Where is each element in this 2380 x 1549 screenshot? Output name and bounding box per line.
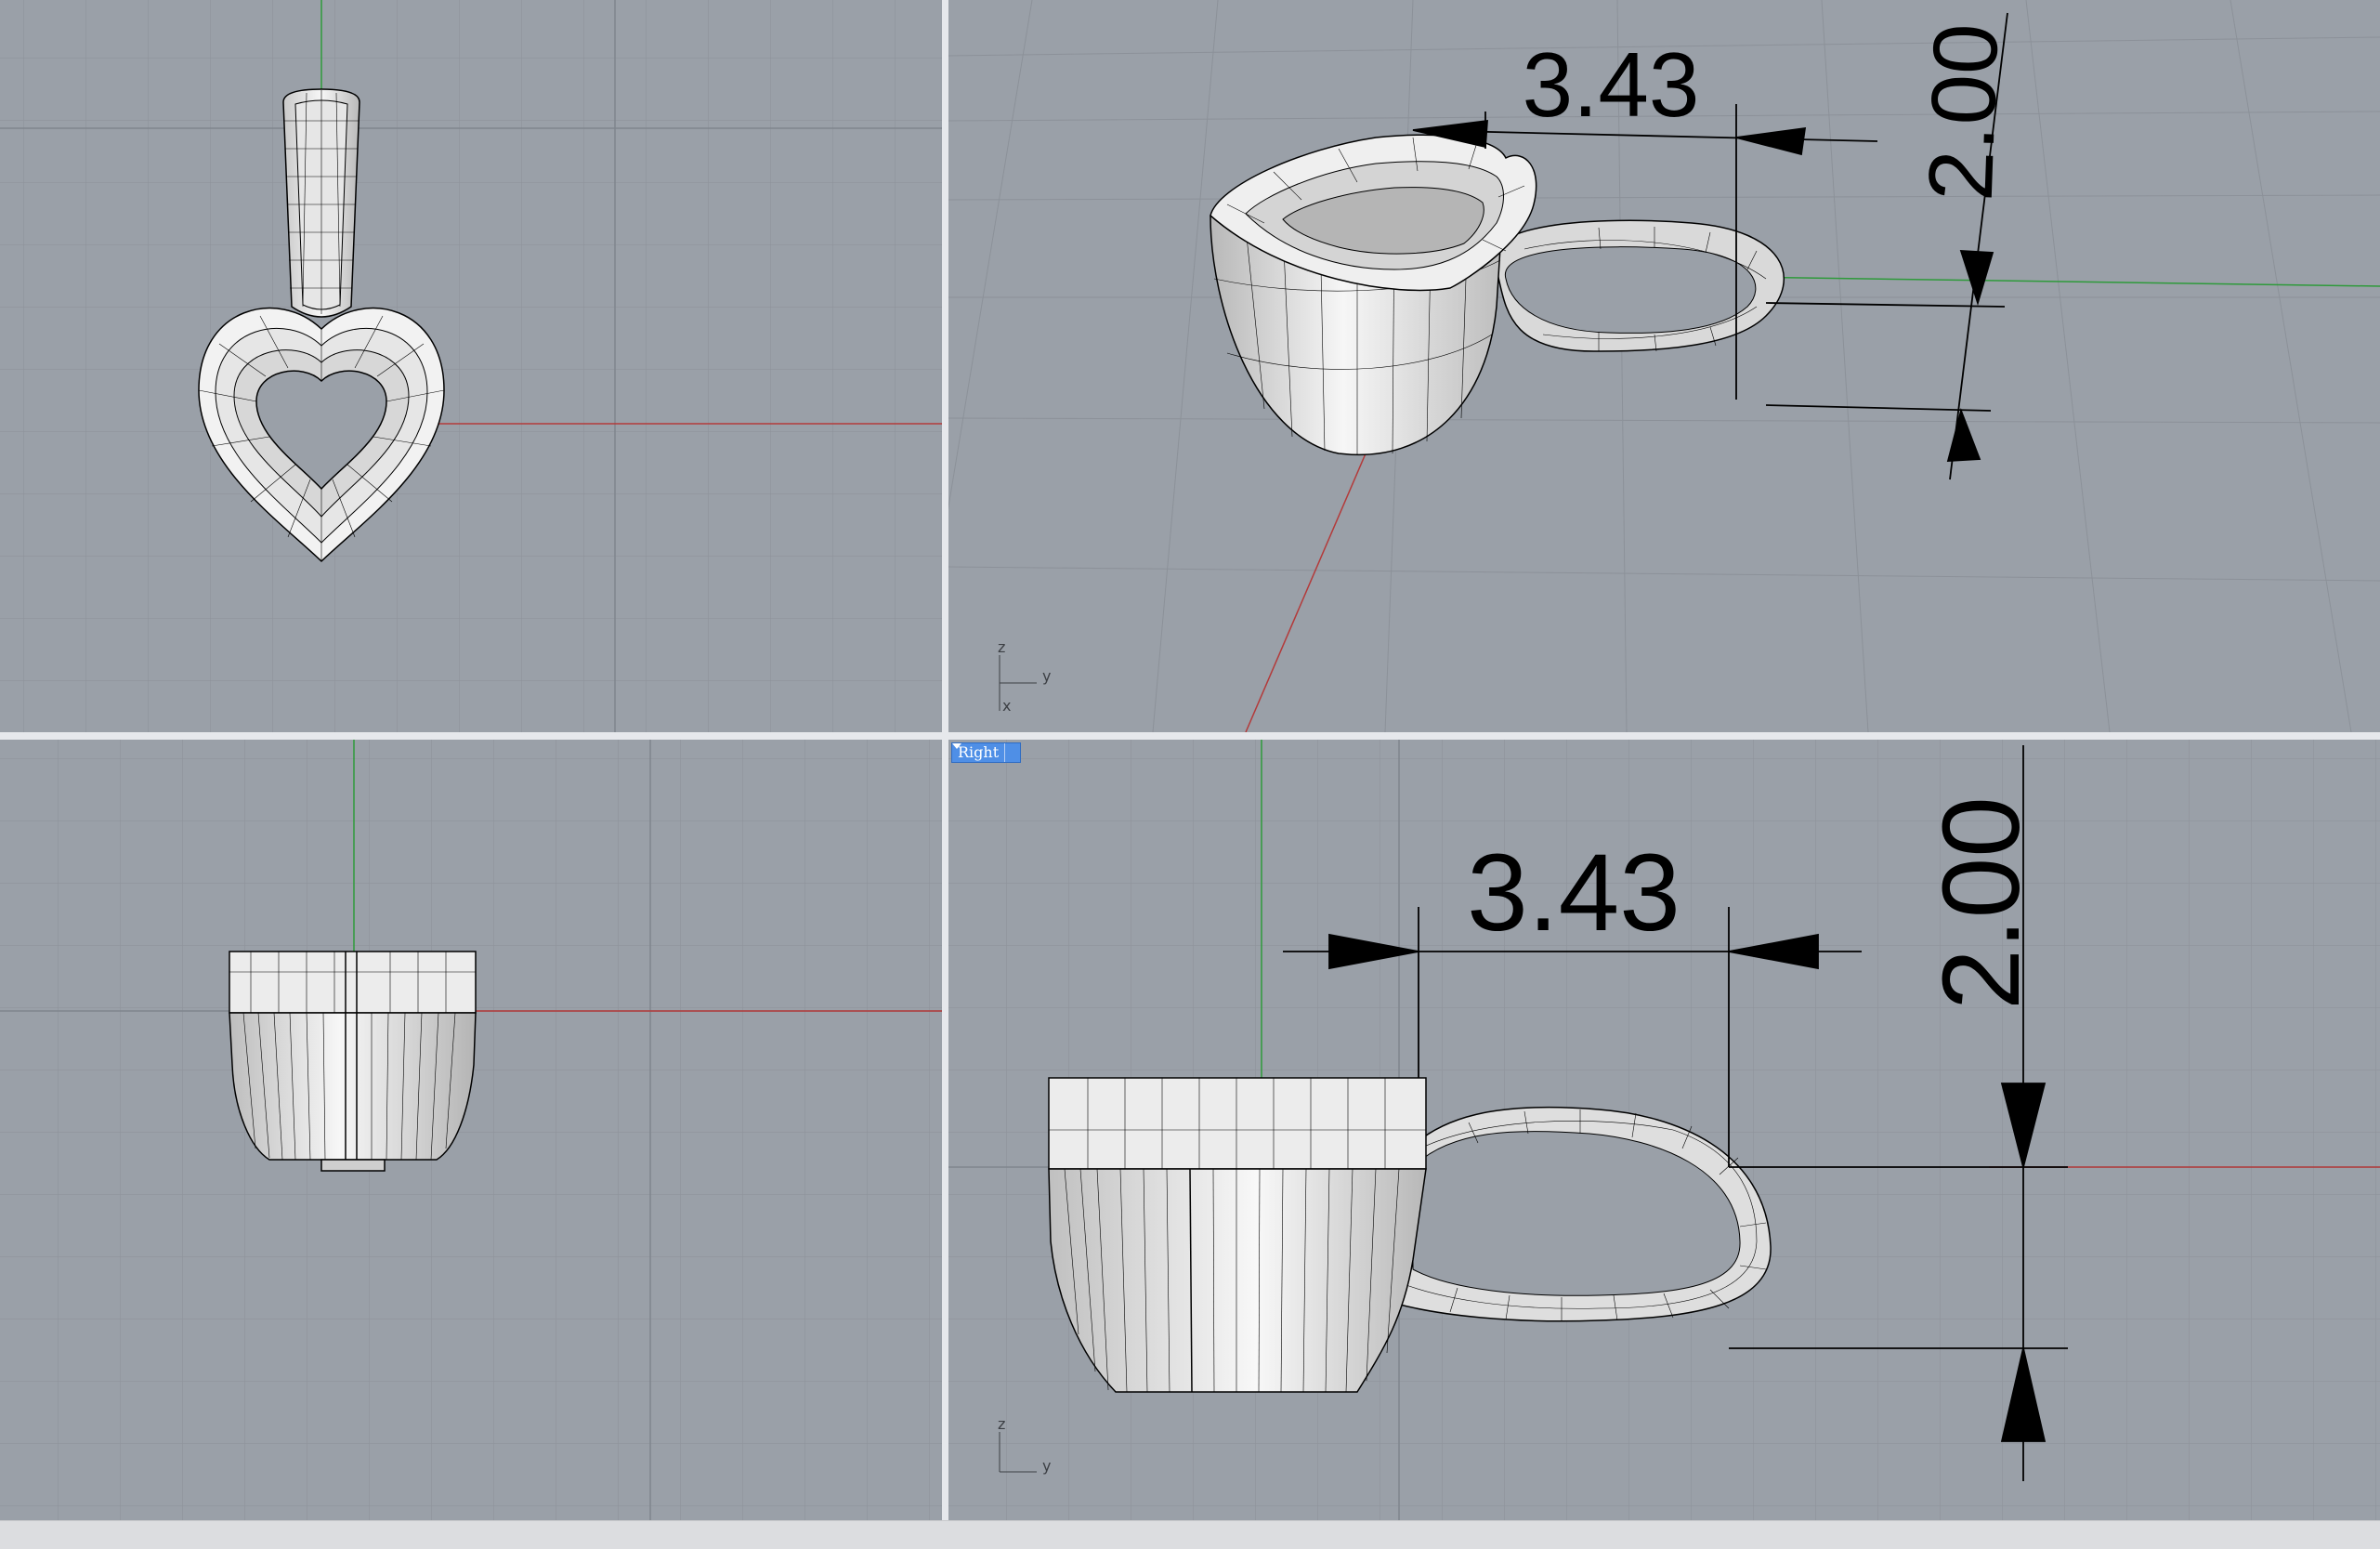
perspective-view-canvas: 3.43 2.00 z y x bbox=[948, 0, 2380, 732]
viewport-top[interactable] bbox=[0, 0, 942, 732]
grid bbox=[0, 0, 942, 732]
axis-label-y: y bbox=[1042, 667, 1051, 685]
viewport-title-tab[interactable]: Right bbox=[951, 742, 1022, 763]
front-view-canvas bbox=[0, 740, 942, 1520]
axis-label-y: y bbox=[1042, 1457, 1051, 1475]
viewport-right[interactable]: 3.43 2.00 z y Right bbox=[948, 740, 2380, 1520]
right-view-canvas: 3.43 2.00 z y bbox=[948, 740, 2380, 1520]
dimension-height-label: 2.00 bbox=[1909, 22, 2018, 203]
top-view-canvas bbox=[0, 0, 942, 732]
viewport-splitter-vertical[interactable] bbox=[942, 0, 948, 1520]
dimension-width-label: 3.43 bbox=[1523, 33, 1700, 136]
chevron-down-icon[interactable] bbox=[952, 743, 1020, 762]
dimension-height-label: 2.00 bbox=[1920, 796, 2043, 1010]
viewport-front[interactable] bbox=[0, 740, 942, 1520]
viewport-splitter-horizontal[interactable] bbox=[0, 732, 2380, 740]
axis-label-x: x bbox=[1002, 697, 1011, 715]
grid bbox=[0, 740, 942, 1520]
viewport-perspective[interactable]: 3.43 2.00 z y x bbox=[948, 0, 2380, 732]
heart-pendant-perspective bbox=[1210, 134, 1785, 455]
axis-label-z: z bbox=[998, 1415, 1005, 1433]
status-bar bbox=[0, 1520, 2380, 1549]
dimension-width-label: 3.43 bbox=[1467, 832, 1680, 954]
axis-label-z: z bbox=[998, 638, 1005, 656]
heart-pendant-front bbox=[229, 951, 477, 1172]
